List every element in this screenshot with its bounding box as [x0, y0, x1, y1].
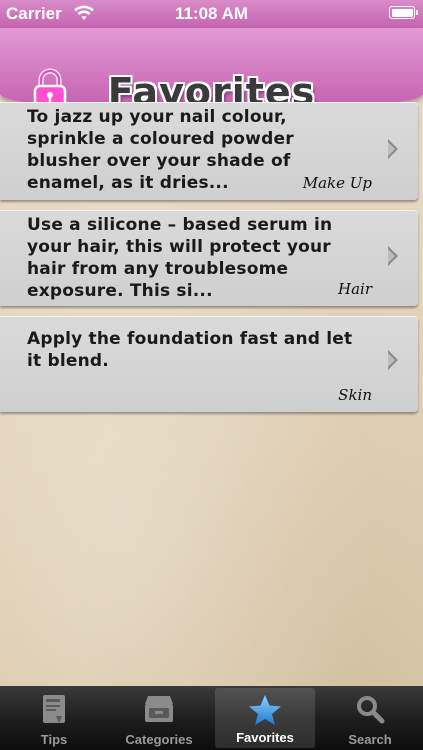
category-label: Make Up: [302, 174, 372, 192]
tip-text: Apply the foundation fast and let it ble…: [27, 329, 353, 371]
book-icon: [43, 695, 65, 723]
header: Favorites: [0, 28, 423, 114]
tab-categories[interactable]: Categories: [109, 686, 209, 750]
tab-bar: Tips Categories Favorites Search: [0, 686, 423, 750]
tab-label: Search: [348, 732, 392, 747]
tab-search[interactable]: Search: [320, 686, 420, 750]
status-bar: Carrier 11:08 AM: [0, 0, 423, 28]
tab-favorites[interactable]: Favorites: [215, 688, 315, 748]
star-icon: [249, 695, 281, 725]
tab-label: Favorites: [236, 730, 294, 745]
list-item[interactable]: Apply the foundation fast and let it ble…: [0, 316, 418, 412]
battery-icon: [389, 6, 418, 19]
clock: 11:08 AM: [174, 4, 249, 23]
list-item[interactable]: To jazz up your nail colour, sprinkle a …: [0, 102, 418, 200]
tab-label: Categories: [125, 732, 193, 747]
drawer-icon: [145, 696, 173, 722]
list-item[interactable]: Use a silicone – based serum in your hai…: [0, 210, 418, 306]
tab-label: Tips: [40, 732, 68, 747]
chevron-right-icon: [388, 139, 398, 159]
tip-text: Use a silicone – based serum in your hai…: [27, 215, 333, 301]
category-label: Hair: [338, 280, 372, 298]
chevron-right-icon: [388, 246, 398, 266]
chevron-right-icon: [388, 350, 398, 370]
magnifier-icon: [357, 696, 385, 724]
category-label: Skin: [338, 386, 372, 404]
tab-tips[interactable]: Tips: [4, 686, 104, 750]
